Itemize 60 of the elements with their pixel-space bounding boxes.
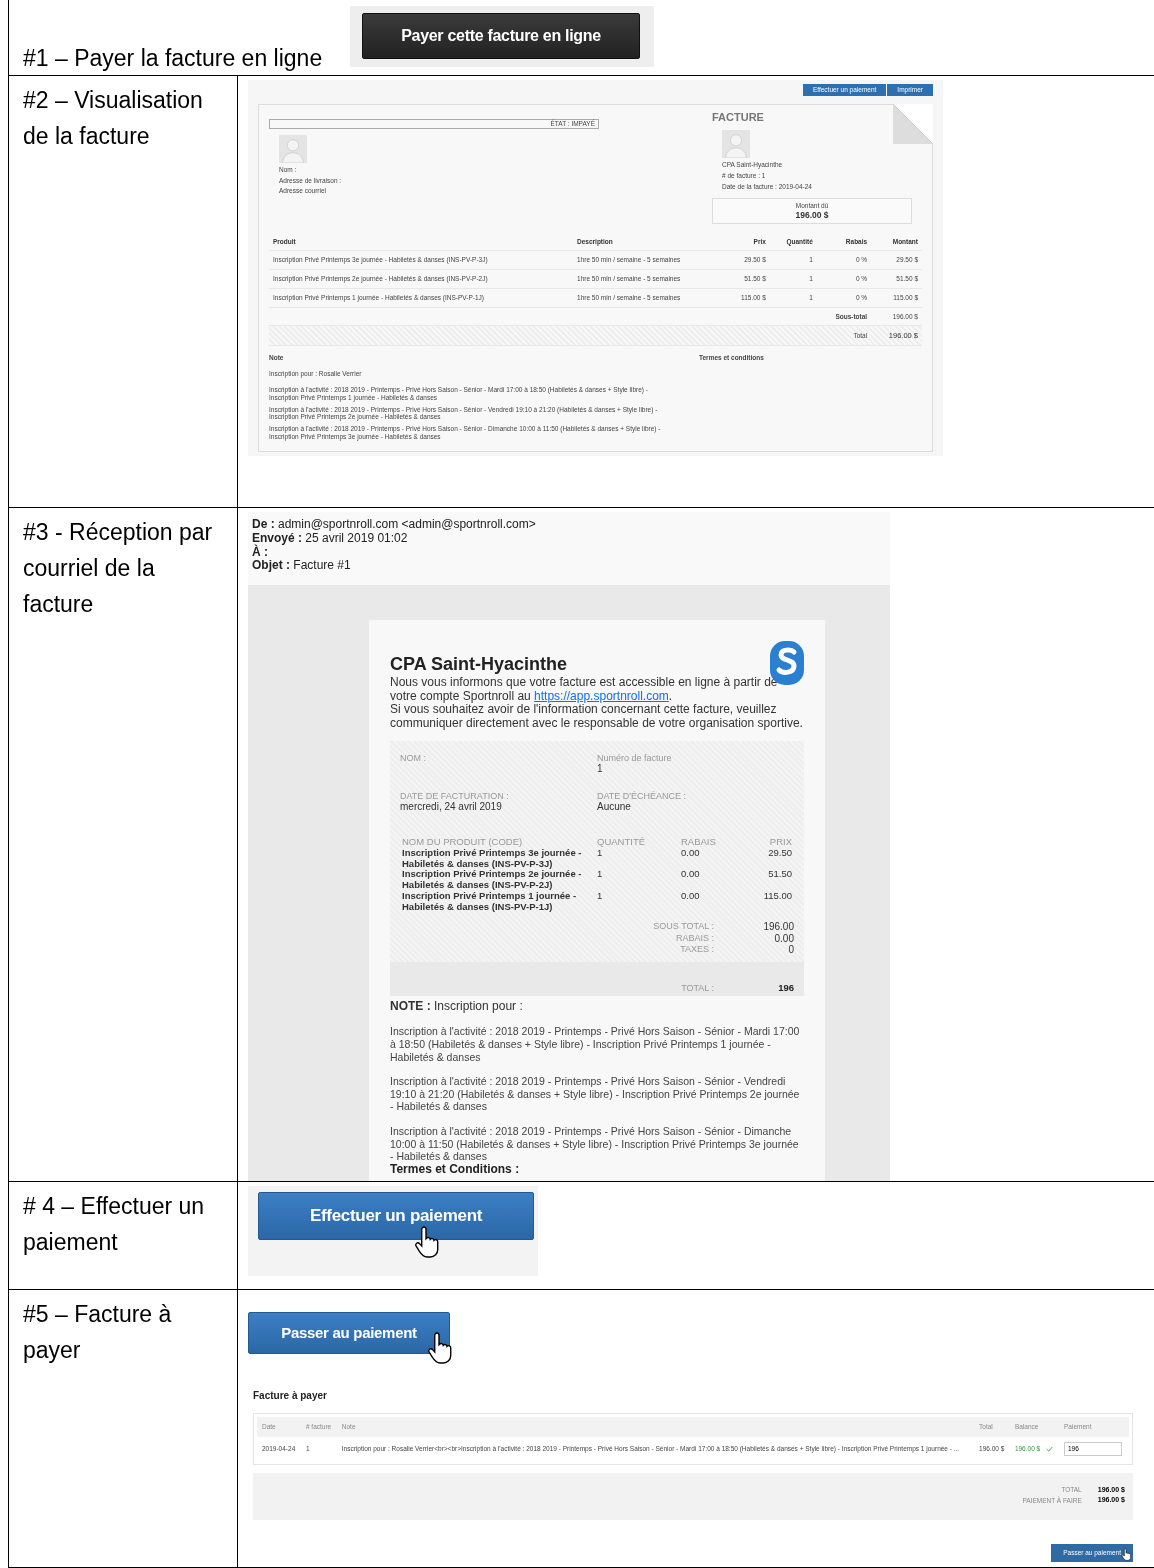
- section-heading: Facture à payer: [253, 1389, 328, 1403]
- email-header-line: De : admin@sportnroll.com <admin@sportnroll.com>: [252, 518, 537, 532]
- table-cell-text: 29.50: [767, 847, 793, 860]
- table-cell-text: 1: [596, 891, 604, 904]
- payment-button[interactable]: Effectuer un paiement: [258, 1192, 534, 1240]
- column-header: RABAIS: [680, 836, 717, 848]
- column-header: PRIX: [768, 836, 793, 848]
- table-cell-text: Inscription Privé Printemps 1 journée - Habiletés & danses (INS-PV-P-1J): [401, 891, 578, 914]
- table-cell-text: 51.50: [767, 869, 793, 882]
- step-label: #3 - Réception par courriel de la facture: [23, 518, 214, 619]
- total-label: TAXES :: [679, 944, 714, 956]
- table-cell-text: 0.00: [680, 847, 701, 860]
- step-label: #2 – Visualisation de la facture: [23, 86, 204, 151]
- note-text: Inscription à l'activité : 2018 2019 - Printemps - Privé Hors Saison - Sénior - Dimanche 10:00 à 11:50 (Habiletés & danses + Style libre) - Inscription Privé Printemps 3e journée - Habiletés & danses: [390, 1124, 800, 1163]
- hand-cursor-icon: [426, 1332, 452, 1364]
- contact-text: Si vous souhaitez avoir de l'information concernant cette facture, veuillez communiquer directement avec le responsable de votre organisation sportive.: [390, 703, 804, 731]
- note-text: NOTE : Inscription pour :: [390, 999, 524, 1014]
- table-cell-text: Inscription Privé Printemps 2e journée - Habiletés & danses (INS-PV-P-2J): [401, 869, 583, 892]
- invoice-title: FACTURE: [712, 110, 765, 124]
- total-value: 0: [787, 944, 794, 956]
- note-text: Inscription à l'activité : 2018 2019 - Printemps - Privé Hors Saison - Sénior - Vendredi 19:10 à 21:20 (Habiletés & danses + Style libre) - Inscription Privé Printemps 2e journée - Habiletés & danses: [390, 1075, 801, 1113]
- organization-name: CPA Saint-Hyacinthe: [390, 654, 569, 676]
- email-header-line: À :: [252, 545, 268, 560]
- avatar-placeholder-icon: [722, 130, 750, 158]
- total-label: SOUS TOTAL :: [652, 921, 714, 933]
- column-header: QUANTITÉ: [596, 836, 647, 848]
- step-label: #5 – Facture à payer: [23, 1300, 173, 1365]
- step-label: # 4 – Effectuer un paiement: [23, 1192, 206, 1257]
- column-header: NOM DU PRODUIT (CODE): [401, 836, 524, 848]
- field-label: Numéro de facture: [597, 752, 673, 764]
- email-header-line: Objet : Facture #1: [252, 559, 352, 574]
- field-value: mercredi, 24 avril 2019: [400, 801, 503, 813]
- total-label: RABAIS :: [675, 932, 714, 945]
- step-label: #1 – Payer la facture en ligne: [23, 44, 323, 73]
- hand-cursor-icon: [413, 1226, 439, 1258]
- checkout-button[interactable]: Passer au paiement: [248, 1312, 450, 1354]
- table-cell-text: Inscription Privé Printemps 3e journée - Habiletés & danses (INS-PV-P-3J): [401, 847, 583, 870]
- terms-heading: Termes et Conditions :: [390, 1162, 521, 1177]
- total-value: 0.00: [773, 932, 794, 945]
- email-header-line: Envoyé : 25 avril 2019 01:02: [252, 531, 408, 546]
- amount-value: 196.00 $: [794, 210, 830, 221]
- table-cell-text: 0.00: [680, 891, 701, 904]
- field-label: DATE DE FACTURATION :: [400, 790, 510, 802]
- pay-invoice-button[interactable]: Payer cette facture en ligne: [362, 13, 640, 59]
- table-cell-text: 115.00: [762, 891, 793, 904]
- hand-cursor-icon: [1121, 1547, 1132, 1561]
- table-cell-text: 0.00: [680, 869, 701, 882]
- field-label: DATE D'ÉCHÉANCE :: [597, 790, 688, 802]
- total-value: 196.00: [762, 921, 794, 933]
- avatar-placeholder-icon: [279, 134, 307, 163]
- link[interactable]: https://app.sportnroll.com: [534, 688, 669, 703]
- table-cell-text: 1: [596, 869, 604, 882]
- field-value: 1: [597, 763, 604, 775]
- table-cell-text: 1: [596, 847, 603, 860]
- total-value: 196: [777, 982, 794, 994]
- note-text: Inscription à l'activité : 2018 2019 - Printemps - Privé Hors Saison - Sénior - Mardi 17:00 à 18:50 (Habiletés & danses + Style libre) - Inscription Privé Printemps 1 journée - Habiletés & danses: [390, 1025, 801, 1064]
- total-label: TOTAL :: [680, 983, 714, 994]
- field-label: NOM :: [400, 752, 427, 764]
- field-value: Aucune: [597, 801, 632, 813]
- check-icon: [1046, 1446, 1054, 1453]
